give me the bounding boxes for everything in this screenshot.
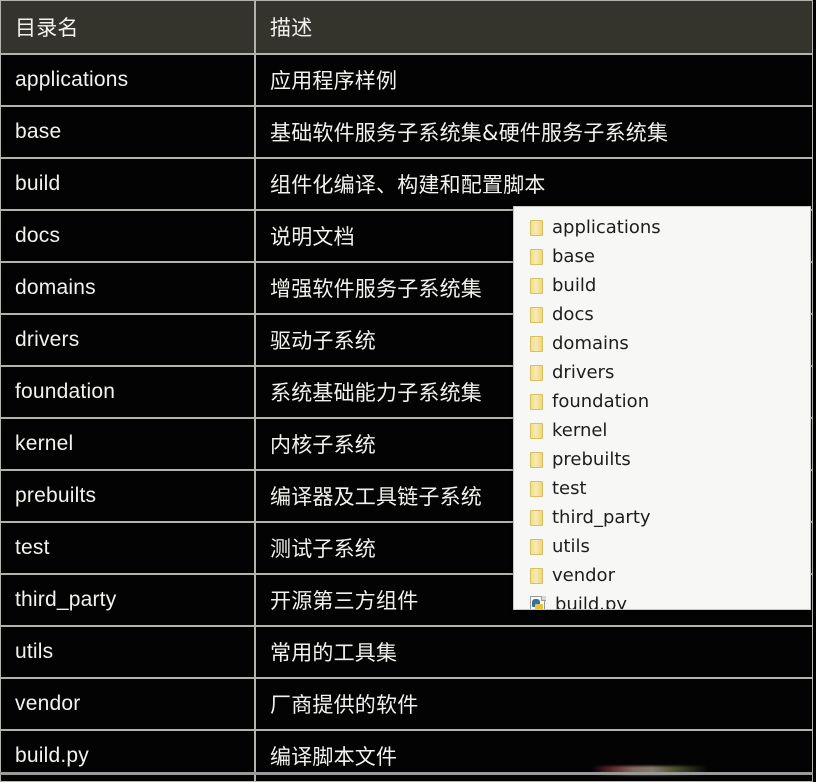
file-tree-item[interactable]: base bbox=[522, 242, 810, 271]
file-tree-item-label: domains bbox=[552, 332, 629, 354]
file-tree-item[interactable]: docs bbox=[522, 300, 810, 329]
folder-icon bbox=[530, 364, 543, 381]
file-tree-item-label: third_party bbox=[552, 506, 651, 528]
table-row: build 组件化编译、构建和配置脚本 bbox=[0, 158, 813, 210]
folder-icon bbox=[530, 538, 543, 555]
cell-directory-name: build bbox=[0, 158, 255, 210]
table-row: base 基础软件服务子系统集&硬件服务子系统集 bbox=[0, 106, 813, 158]
file-tree-item-label: prebuilts bbox=[552, 448, 631, 470]
folder-icon bbox=[530, 335, 543, 352]
cell-directory-name: third_party bbox=[0, 574, 255, 626]
file-tree-item-label: applications bbox=[552, 216, 661, 238]
file-tree-item-label: vendor bbox=[552, 564, 615, 586]
file-tree-item-label: drivers bbox=[552, 361, 615, 383]
file-tree-item[interactable]: vendor bbox=[522, 561, 810, 590]
folder-icon bbox=[530, 306, 543, 323]
file-tree-list: applications base build docs domains drivers f… bbox=[522, 213, 810, 610]
file-tree-item-label: base bbox=[552, 245, 595, 267]
folder-icon bbox=[530, 422, 543, 439]
file-tree-item[interactable]: domains bbox=[522, 329, 810, 358]
file-tree-item-label: kernel bbox=[552, 419, 608, 441]
file-tree-item[interactable]: kernel bbox=[522, 416, 810, 445]
folder-icon bbox=[530, 248, 543, 265]
folder-icon bbox=[530, 509, 543, 526]
column-header-directory-name: 目录名 bbox=[0, 0, 255, 54]
file-tree-item-label: docs bbox=[552, 303, 594, 325]
file-tree-item[interactable]: drivers bbox=[522, 358, 810, 387]
cell-directory-name: docs bbox=[0, 210, 255, 262]
file-tree-item[interactable]: applications bbox=[522, 213, 810, 242]
file-tree-item-label: test bbox=[552, 477, 587, 499]
table-header-row: 目录名 描述 bbox=[0, 0, 813, 54]
cell-directory-name: prebuilts bbox=[0, 470, 255, 522]
file-tree-item[interactable]: utils bbox=[522, 532, 810, 561]
cell-directory-name: utils bbox=[0, 626, 255, 678]
cell-description: 厂商提供的软件 bbox=[255, 678, 813, 730]
folder-icon bbox=[530, 451, 543, 468]
cell-directory-name: base bbox=[0, 106, 255, 158]
cell-directory-name: kernel bbox=[0, 418, 255, 470]
folder-icon bbox=[530, 393, 543, 410]
cell-description: 基础软件服务子系统集&硬件服务子系统集 bbox=[255, 106, 813, 158]
table-row: applications 应用程序样例 bbox=[0, 54, 813, 106]
file-tree-item-label: build.py bbox=[555, 593, 628, 610]
file-tree-item[interactable]: test bbox=[522, 474, 810, 503]
file-tree-item-label: build bbox=[552, 274, 597, 296]
cell-directory-name: foundation bbox=[0, 366, 255, 418]
table-row: vendor 厂商提供的软件 bbox=[0, 678, 813, 730]
folder-icon bbox=[530, 219, 543, 236]
cell-directory-name: domains bbox=[0, 262, 255, 314]
file-tree-item-label: utils bbox=[552, 535, 590, 557]
file-tree-item[interactable]: prebuilts bbox=[522, 445, 810, 474]
folder-icon bbox=[530, 480, 543, 497]
file-tree-item-label: foundation bbox=[552, 390, 650, 412]
file-tree-item[interactable]: build.py bbox=[522, 590, 810, 610]
cell-directory-name: applications bbox=[0, 54, 255, 106]
cell-directory-name: test bbox=[0, 522, 255, 574]
folder-icon bbox=[530, 277, 543, 294]
folder-icon bbox=[530, 567, 543, 584]
file-tree-item[interactable]: build bbox=[522, 271, 810, 300]
table-header: 目录名 描述 bbox=[0, 0, 813, 54]
table-row: utils 常用的工具集 bbox=[0, 626, 813, 678]
cell-directory-name: drivers bbox=[0, 314, 255, 366]
column-header-description: 描述 bbox=[255, 0, 813, 54]
file-tree-item[interactable]: third_party bbox=[522, 503, 810, 532]
file-tree-item[interactable]: foundation bbox=[522, 387, 810, 416]
cell-description: 常用的工具集 bbox=[255, 626, 813, 678]
cell-description: 应用程序样例 bbox=[255, 54, 813, 106]
python-file-icon bbox=[530, 595, 546, 609]
cell-description: 组件化编译、构建和配置脚本 bbox=[255, 158, 813, 210]
cell-directory-name: vendor bbox=[0, 678, 255, 730]
file-tree-panel: applications base build docs domains drivers f… bbox=[513, 206, 811, 610]
